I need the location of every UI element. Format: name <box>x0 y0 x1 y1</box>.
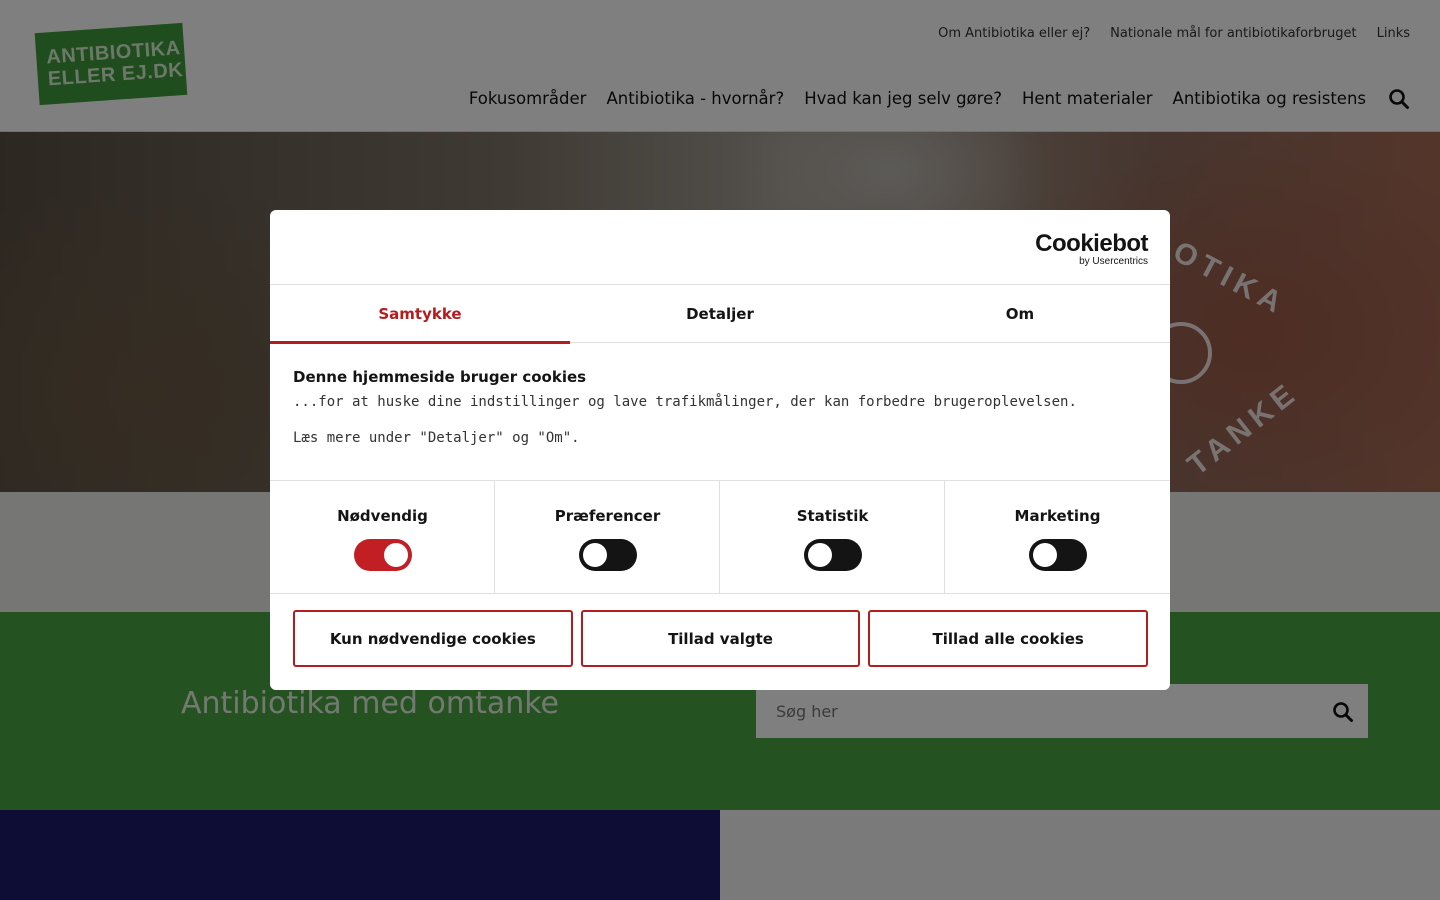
category-statistik: Statistik <box>720 481 945 594</box>
toggle-noedvendig[interactable] <box>354 539 412 571</box>
category-label: Nødvendig <box>337 507 428 525</box>
allow-all-button[interactable]: Tillad alle cookies <box>868 610 1149 667</box>
cookiebot-logo[interactable]: Cookiebot by Usercentrics <box>1035 232 1148 268</box>
dialog-description: ...for at huske dine indstillinger og la… <box>293 394 1077 410</box>
cookie-consent-dialog: Cookiebot by Usercentrics Samtykke Detal… <box>270 210 1170 690</box>
tab-detaljer[interactable]: Detaljer <box>570 285 870 343</box>
category-praeferencer: Præferencer <box>495 481 720 594</box>
toggle-knob <box>384 543 408 567</box>
toggle-statistik[interactable] <box>804 539 862 571</box>
category-label: Præferencer <box>554 507 661 525</box>
tab-om[interactable]: Om <box>870 285 1170 343</box>
category-marketing: Marketing <box>945 481 1170 594</box>
category-label: Marketing <box>1014 507 1101 525</box>
tab-samtykke[interactable]: Samtykke <box>270 285 570 344</box>
category-label: Statistik <box>796 507 869 525</box>
allow-selected-button[interactable]: Tillad valgte <box>580 610 861 667</box>
cookiebot-brand: Cookiebot <box>1035 230 1148 257</box>
dialog-tabs: Samtykke Detaljer Om <box>270 285 1170 344</box>
dialog-title: Denne hjemmeside bruger cookies <box>293 368 587 386</box>
cookiebot-brand-sub: by Usercentrics <box>1079 256 1148 267</box>
only-necessary-button[interactable]: Kun nødvendige cookies <box>293 610 573 667</box>
dialog-buttons: Kun nødvendige cookies Tillad valgte Til… <box>293 610 1149 667</box>
dialog-header: Cookiebot by Usercentrics <box>270 210 1170 285</box>
dialog-read-more: Læs mere under "Detaljer" og "Om". <box>293 430 580 446</box>
toggle-praeferencer[interactable] <box>579 539 637 571</box>
toggle-knob <box>808 543 832 567</box>
toggle-knob <box>583 543 607 567</box>
cookie-categories: Nødvendig Præferencer Statistik Marketin… <box>270 480 1170 594</box>
dialog-body: Denne hjemmeside bruger cookies ...for a… <box>293 368 1153 446</box>
toggle-marketing[interactable] <box>1029 539 1087 571</box>
category-noedvendig: Nødvendig <box>270 481 495 594</box>
toggle-knob <box>1033 543 1057 567</box>
